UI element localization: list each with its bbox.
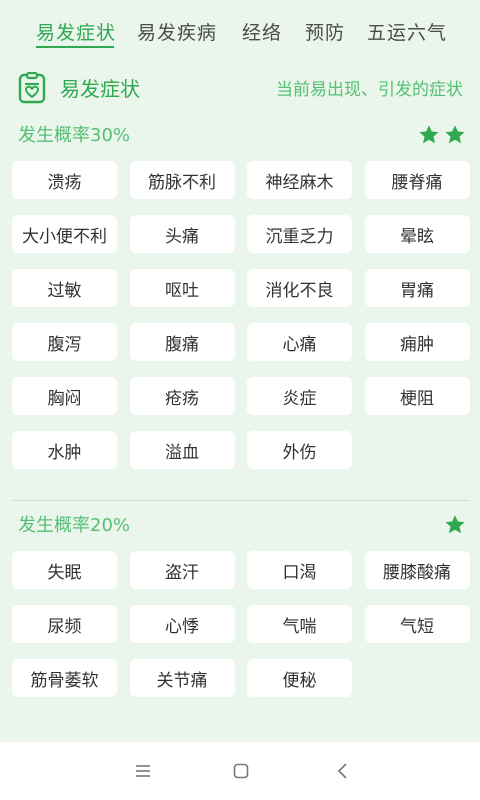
symptom-grid: 失眠 盗汗 口渴 腰膝酸痛尿频 心悸 气喘 气短筋骨萎软 关节痛 便秘 xyxy=(12,551,470,697)
symptom-chip[interactable]: 炎症 xyxy=(247,377,352,415)
menu-icon[interactable] xyxy=(132,760,154,782)
symptom-chip[interactable]: 沉重乏力 xyxy=(247,215,352,253)
symptom-chip[interactable]: 腰膝酸痛 xyxy=(364,551,470,589)
probability-stars xyxy=(418,124,466,148)
section-subtitle: 当前易出现、引发的症状 xyxy=(276,80,463,100)
probability-label: 发生概率20% xyxy=(18,515,131,536)
symptom-chip[interactable]: 大小便不利 xyxy=(12,215,117,253)
tab-bar: 易发症状 易发疾病 经络 预防 五运六气 xyxy=(0,0,480,56)
symptom-chip[interactable]: 便秘 xyxy=(247,659,352,697)
star-icon xyxy=(445,515,465,534)
symptom-chip[interactable]: 痈肿 xyxy=(364,323,470,361)
symptom-chip[interactable]: 口渴 xyxy=(247,551,352,589)
tab-meridians[interactable]: 经络 xyxy=(240,18,284,48)
symptom-chip[interactable]: 溃疡 xyxy=(12,161,117,199)
symptom-chip[interactable]: 盗汗 xyxy=(129,551,235,589)
clipboard-heart-icon xyxy=(18,72,46,104)
symptom-chip[interactable]: 腹痛 xyxy=(129,323,235,361)
symptom-chip[interactable]: 气短 xyxy=(364,605,470,643)
symptom-chip[interactable]: 胸闷 xyxy=(12,377,117,415)
symptom-chip[interactable]: 气喘 xyxy=(247,605,352,643)
symptom-chip[interactable]: 腹泻 xyxy=(12,323,117,361)
symptom-chip[interactable]: 水肿 xyxy=(12,431,117,469)
symptom-chip[interactable]: 心痛 xyxy=(247,323,352,361)
symptom-chip[interactable]: 呕吐 xyxy=(129,269,235,307)
back-chevron-icon[interactable] xyxy=(332,760,354,782)
section-title: 易发症状 xyxy=(60,77,140,101)
app-screen: 易发症状 易发疾病 经络 预防 五运六气 易发症状 当前易出现、引发的症状 发生… xyxy=(0,0,480,800)
tab-diseases[interactable]: 易发疾病 xyxy=(137,18,217,48)
symptom-chip[interactable]: 过敏 xyxy=(12,269,117,307)
home-square-icon[interactable] xyxy=(230,760,252,782)
probability-label: 发生概率30% xyxy=(18,125,131,146)
symptom-chip[interactable]: 心悸 xyxy=(129,605,235,643)
star-icon xyxy=(445,125,465,144)
system-nav-bar xyxy=(0,742,480,800)
active-tab-indicator xyxy=(36,46,114,48)
section-header: 易发症状 当前易出现、引发的症状 xyxy=(0,70,480,110)
symptom-chip[interactable]: 梗阻 xyxy=(364,377,470,415)
symptom-chip[interactable]: 筋骨萎软 xyxy=(12,659,117,697)
tab-symptoms[interactable]: 易发症状 xyxy=(36,18,115,48)
symptom-chip[interactable]: 关节痛 xyxy=(129,659,235,697)
symptom-chip[interactable]: 溢血 xyxy=(129,431,235,469)
probability-stars xyxy=(444,514,466,538)
symptom-chip[interactable]: 疮疡 xyxy=(129,377,235,415)
symptom-chip[interactable]: 外伤 xyxy=(247,431,352,469)
symptom-chip[interactable]: 尿频 xyxy=(12,605,117,643)
symptom-chip[interactable]: 神经麻木 xyxy=(247,161,352,199)
symptom-chip[interactable]: 胃痛 xyxy=(364,269,470,307)
symptom-chip[interactable]: 头痛 xyxy=(129,215,235,253)
tab-five-movements[interactable]: 五运六气 xyxy=(367,18,447,48)
symptom-chip[interactable]: 晕眩 xyxy=(364,215,470,253)
tab-prevention[interactable]: 预防 xyxy=(303,18,347,48)
symptom-chip[interactable]: 失眠 xyxy=(12,551,117,589)
symptom-chip[interactable]: 筋脉不利 xyxy=(129,161,235,199)
symptom-chip[interactable]: 消化不良 xyxy=(247,269,352,307)
symptom-grid: 溃疡 筋脉不利 神经麻木 腰脊痛大小便不利 头痛 沉重乏力 晕眩过敏 呕吐 消化不良 胃痛腹泻 腹痛… xyxy=(12,161,470,469)
star-icon xyxy=(419,125,439,144)
symptom-chip[interactable]: 腰脊痛 xyxy=(364,161,470,199)
divider xyxy=(12,500,470,501)
